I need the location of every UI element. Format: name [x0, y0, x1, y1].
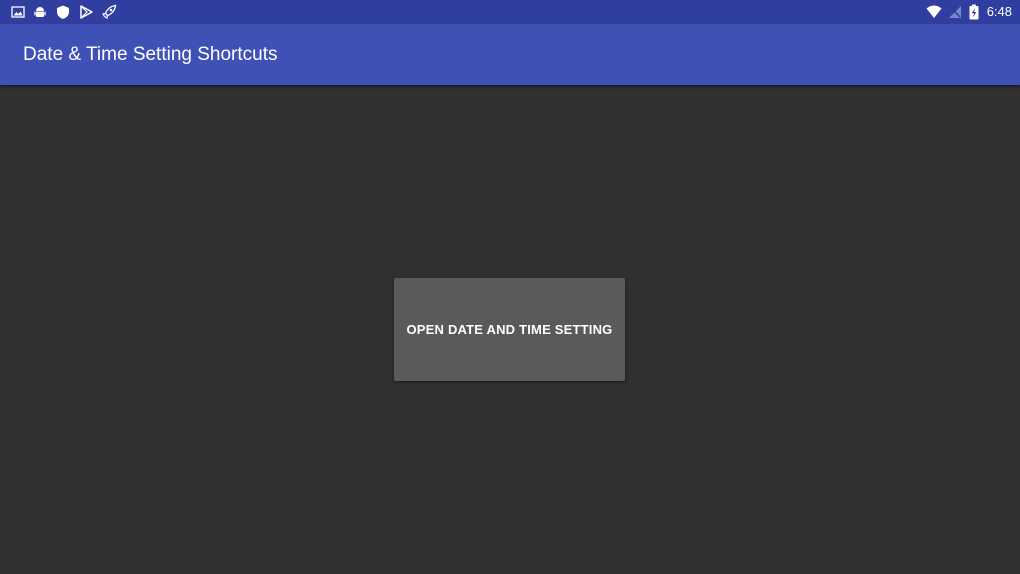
wifi-icon [926, 4, 942, 20]
shield-icon [55, 4, 71, 20]
status-bar: 6:48 [0, 0, 1020, 24]
play-store-icon [78, 4, 94, 20]
app-bar: Date & Time Setting Shortcuts [0, 24, 1020, 85]
main-content: OPEN DATE AND TIME SETTING [0, 85, 1020, 574]
android-icon [32, 4, 48, 20]
battery-charging-icon [966, 4, 982, 20]
open-date-time-setting-button[interactable]: OPEN DATE AND TIME SETTING [394, 278, 625, 381]
clock-time: 6:48 [986, 4, 1012, 19]
app-title: Date & Time Setting Shortcuts [23, 44, 278, 65]
rocket-icon [101, 4, 117, 20]
no-signal-icon [947, 4, 963, 20]
image-icon [10, 4, 26, 20]
